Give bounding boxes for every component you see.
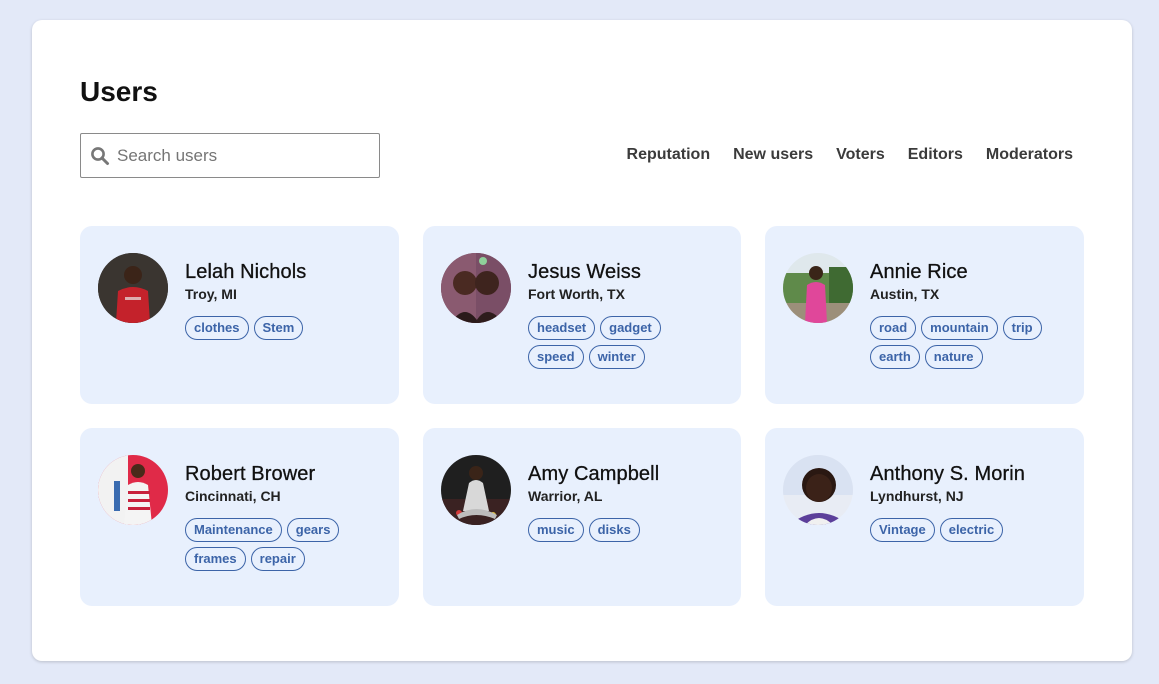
search-input[interactable] [117,145,367,166]
user-info: Anthony S. Morin Lyndhurst, NJ Vintage e… [870,462,1074,542]
tag[interactable]: electric [939,518,1004,542]
user-name[interactable]: Robert Brower [185,462,389,486]
tag[interactable]: nature [924,345,983,369]
user-location: Austin, TX [870,286,940,302]
tab-voters[interactable]: Voters [836,145,885,165]
tag[interactable]: mountain [921,316,998,340]
user-location: Lyndhurst, NJ [870,488,964,504]
user-info: Robert Brower Cincinnati, CH Maintenance… [185,462,389,571]
tag[interactable]: music [528,518,584,542]
tag-list: clothes Stem [185,316,365,340]
user-location: Troy, MI [185,286,237,302]
user-info: Lelah Nichols Troy, MI clothes Stem [185,260,389,340]
user-card[interactable]: Robert Brower Cincinnati, CH Maintenance… [80,428,399,606]
avatar-photo [441,455,511,525]
tag[interactable]: clothes [185,316,249,340]
avatar[interactable] [783,253,853,323]
tag[interactable]: Maintenance [185,518,282,542]
avatar[interactable] [441,253,511,323]
tag[interactable]: disks [588,518,640,542]
user-info: Jesus Weiss Fort Worth, TX headset gadge… [528,260,731,369]
tab-moderators[interactable]: Moderators [986,145,1073,165]
user-card[interactable]: Amy Campbell Warrior, AL music disks [423,428,741,606]
avatar[interactable] [98,455,168,525]
tab-editors[interactable]: Editors [908,145,963,165]
user-card[interactable]: Jesus Weiss Fort Worth, TX headset gadge… [423,226,741,404]
avatar-photo [98,253,168,323]
tab-reputation[interactable]: Reputation [627,145,711,165]
tab-new-users[interactable]: New users [733,145,813,165]
user-name[interactable]: Anthony S. Morin [870,462,1074,486]
user-name[interactable]: Annie Rice [870,260,1074,284]
user-location: Fort Worth, TX [528,286,625,302]
tag[interactable]: road [870,316,917,340]
user-card[interactable]: Lelah Nichols Troy, MI clothes Stem [80,226,399,404]
tag[interactable]: speed [528,345,584,369]
user-location: Cincinnati, CH [185,488,281,504]
tag-list: road mountain trip earth nature [870,316,1050,369]
avatar-photo [98,455,168,525]
user-location: Warrior, AL [528,488,603,504]
tag[interactable]: trip [1002,316,1042,340]
user-name[interactable]: Jesus Weiss [528,260,731,284]
tag-list: headset gadget speed winter [528,316,708,369]
search-icon [91,146,109,165]
avatar[interactable] [783,455,853,525]
tag[interactable]: headset [528,316,596,340]
search-box[interactable] [80,133,380,178]
user-card[interactable]: Annie Rice Austin, TX road mountain trip… [765,226,1084,404]
avatar-photo [441,253,511,323]
tag[interactable]: earth [870,345,920,369]
users-panel: Users Reputation New users Voters Editor… [32,20,1132,661]
user-grid: Lelah Nichols Troy, MI clothes Stem Jesu… [80,226,1084,606]
page-title: Users [80,76,158,107]
user-name[interactable]: Lelah Nichols [185,260,389,284]
user-info: Amy Campbell Warrior, AL music disks [528,462,731,542]
user-info: Annie Rice Austin, TX road mountain trip… [870,260,1074,369]
avatar[interactable] [98,253,168,323]
tag[interactable]: winter [588,345,645,369]
avatar[interactable] [441,455,511,525]
tag[interactable]: gears [286,518,340,542]
user-name[interactable]: Amy Campbell [528,462,731,486]
tag-list: Vintage electric [870,518,1050,542]
user-filter-tabs: Reputation New users Voters Editors Mode… [627,145,1073,165]
tag-list: Maintenance gears frames repair [185,518,365,571]
tag[interactable]: gadget [600,316,661,340]
tag[interactable]: Vintage [870,518,935,542]
avatar-photo [783,455,853,525]
tag[interactable]: Stem [253,316,304,340]
tag[interactable]: frames [185,547,246,571]
tag[interactable]: repair [250,547,305,571]
tag-list: music disks [528,518,708,542]
avatar-photo [783,253,853,323]
user-card[interactable]: Anthony S. Morin Lyndhurst, NJ Vintage e… [765,428,1084,606]
